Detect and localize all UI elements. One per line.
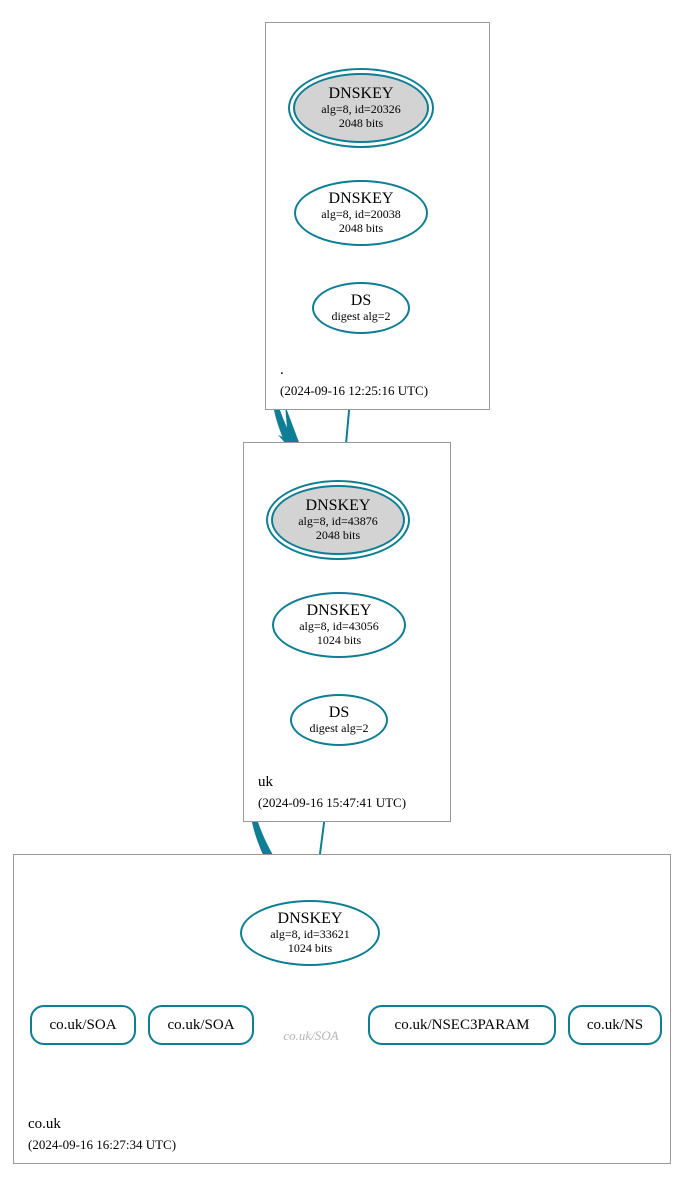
zone-couk-label: co.uk bbox=[28, 1116, 61, 1133]
node-root-zsk-sub1: alg=8, id=20038 bbox=[321, 207, 401, 221]
node-leaf-soa-1: co.uk/SOA bbox=[30, 1005, 136, 1045]
node-uk-zsk-title: DNSKEY bbox=[307, 603, 372, 619]
node-uk-ksk-title: DNSKEY bbox=[306, 498, 371, 514]
zone-uk-date: (2024-09-16 15:47:41 UTC) bbox=[258, 795, 406, 811]
node-root-zsk-title: DNSKEY bbox=[329, 191, 394, 207]
node-root-ds-title: DS bbox=[351, 293, 371, 309]
node-root-ksk-sub1: alg=8, id=20326 bbox=[321, 102, 401, 116]
zone-root-label: . bbox=[280, 362, 284, 379]
node-uk-ksk: DNSKEY alg=8, id=43876 2048 bits bbox=[271, 485, 405, 555]
node-leaf-soa-2: co.uk/SOA bbox=[148, 1005, 254, 1045]
node-uk-ksk-sub1: alg=8, id=43876 bbox=[298, 514, 378, 528]
node-uk-ds-sub1: digest alg=2 bbox=[309, 721, 368, 735]
node-uk-ds-title: DS bbox=[329, 705, 349, 721]
node-uk-zsk-sub1: alg=8, id=43056 bbox=[299, 619, 379, 633]
node-leaf-nsec3param: co.uk/NSEC3PARAM bbox=[368, 1005, 556, 1045]
node-root-zsk-sub2: 2048 bits bbox=[339, 221, 383, 235]
node-uk-zsk-sub2: 1024 bits bbox=[317, 633, 361, 647]
node-leaf-soa-2-label: co.uk/SOA bbox=[167, 1017, 234, 1034]
node-leaf-soa-warn-label: co.uk/SOA bbox=[268, 1028, 354, 1044]
node-uk-zsk: DNSKEY alg=8, id=43056 1024 bits bbox=[272, 592, 406, 658]
node-root-ds: DS digest alg=2 bbox=[312, 282, 410, 334]
node-root-ksk: DNSKEY alg=8, id=20326 2048 bits bbox=[293, 73, 429, 143]
node-couk-key-sub1: alg=8, id=33621 bbox=[270, 927, 350, 941]
node-leaf-ns-label: co.uk/NS bbox=[587, 1017, 643, 1034]
node-couk-key-title: DNSKEY bbox=[278, 911, 343, 927]
zone-uk-label: uk bbox=[258, 774, 273, 791]
node-leaf-ns: co.uk/NS bbox=[568, 1005, 662, 1045]
node-root-zsk: DNSKEY alg=8, id=20038 2048 bits bbox=[294, 180, 428, 246]
zone-root-date: (2024-09-16 12:25:16 UTC) bbox=[280, 383, 428, 399]
node-couk-key: DNSKEY alg=8, id=33621 1024 bits bbox=[240, 900, 380, 966]
node-leaf-soa-warn: co.uk/SOA bbox=[268, 1028, 354, 1044]
node-root-ksk-sub2: 2048 bits bbox=[339, 116, 383, 130]
zone-couk-date: (2024-09-16 16:27:34 UTC) bbox=[28, 1137, 176, 1153]
node-couk-key-sub2: 1024 bits bbox=[288, 941, 332, 955]
node-leaf-nsec3param-label: co.uk/NSEC3PARAM bbox=[395, 1017, 530, 1034]
node-uk-ksk-sub2: 2048 bits bbox=[316, 528, 360, 542]
node-root-ds-sub1: digest alg=2 bbox=[331, 309, 390, 323]
node-leaf-soa-1-label: co.uk/SOA bbox=[49, 1017, 116, 1034]
node-root-ksk-title: DNSKEY bbox=[329, 86, 394, 102]
node-uk-ds: DS digest alg=2 bbox=[290, 694, 388, 746]
